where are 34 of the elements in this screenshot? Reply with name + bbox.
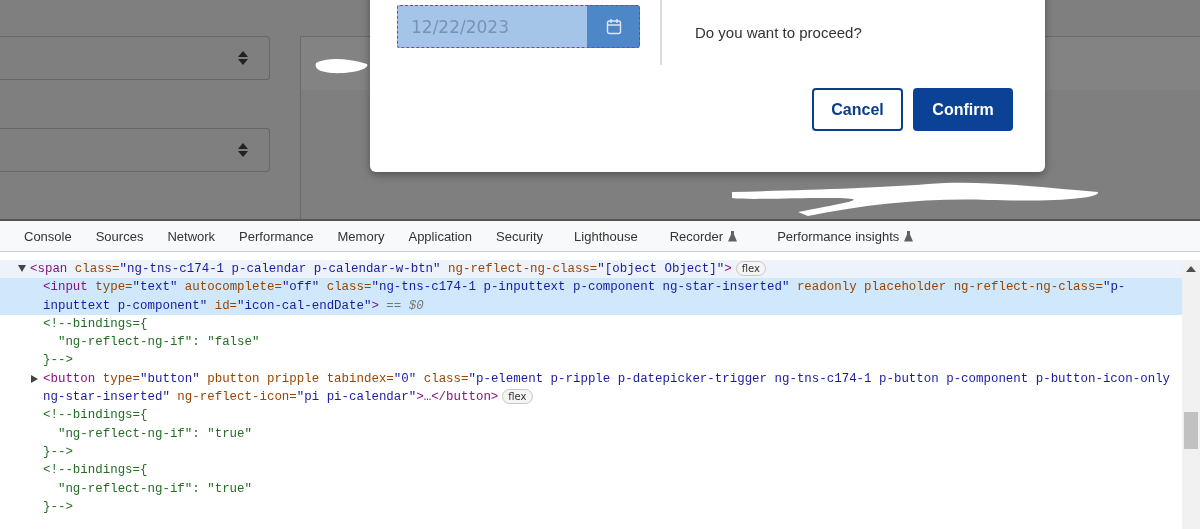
comment-node[interactable]: <!--bindings={ "ng-reflect-ng-if": "false" }--> xyxy=(0,314,1182,370)
calendar-button[interactable] xyxy=(587,5,640,48)
flex-badge[interactable]: flex xyxy=(502,389,533,405)
devtools-tab[interactable]: Lighthouse xyxy=(561,221,651,251)
sort-icon xyxy=(237,142,249,158)
flex-badge[interactable]: flex xyxy=(735,261,766,276)
scroll-up-arrow-icon[interactable] xyxy=(1186,266,1196,272)
select-field[interactable] xyxy=(0,128,270,172)
devtools-tab[interactable]: Recorder xyxy=(656,221,751,251)
element-node[interactable]: <span class="ng-tns-c174-1 p-calendar p-calendar-w-btn" ng-reflect-ng-class="[object Object]"> flex xyxy=(0,260,1182,279)
devtools-tab[interactable]: Memory xyxy=(325,221,397,251)
sort-icon xyxy=(237,50,249,66)
flask-icon xyxy=(728,230,738,242)
devtools-tab[interactable]: Console xyxy=(12,221,84,251)
dialog-message: Do you want to proceed? xyxy=(695,24,863,43)
element-node[interactable]: <input type="text" autocomplete="off" class="ng-tns-c174-1 p-inputtext p-component ng-star-inserted" readonly placeholder ng-reflect-ng-class="p-inputtext p-component" id="icon-cal-endDate"> == $0 xyxy=(0,278,1182,315)
devtools-tab[interactable]: Performance xyxy=(227,221,326,251)
devtools-tab[interactable]: Performance insights xyxy=(764,221,927,251)
expand-triangle-icon[interactable] xyxy=(31,374,38,383)
select-field[interactable] xyxy=(0,36,270,80)
comment-node[interactable]: <!--bindings={ "ng-reflect-ng-if": "true" }--> xyxy=(0,461,1182,517)
flask-icon xyxy=(904,230,914,242)
cancel-button[interactable]: Cancel xyxy=(812,88,903,131)
scrollbar-thumb[interactable] xyxy=(1184,412,1198,449)
comment-node[interactable]: <!--bindings={ "ng-reflect-ng-if": "true" }--> xyxy=(0,406,1182,462)
devtools-tab[interactable]: Sources xyxy=(83,221,156,251)
confirm-button[interactable]: Confirm xyxy=(913,88,1013,131)
collapse-triangle-icon[interactable] xyxy=(18,265,26,272)
devtools-tab[interactable]: Security xyxy=(484,221,556,251)
calendar-icon xyxy=(605,18,622,35)
devtools-tab[interactable]: Network xyxy=(155,221,228,251)
element-node[interactable]: <button type="button" pbutton pripple tabindex="0" class="p-element p-ripple p-datepicker-trigger ng-tns-c174-1 p-button p-component p-button-icon-only ng-star-inserted" ng-reflect-icon="pi pi-calendar">…</button> flex xyxy=(0,369,1182,407)
devtools-tab[interactable]: Application xyxy=(396,221,485,251)
scrollbar[interactable] xyxy=(1182,260,1200,529)
